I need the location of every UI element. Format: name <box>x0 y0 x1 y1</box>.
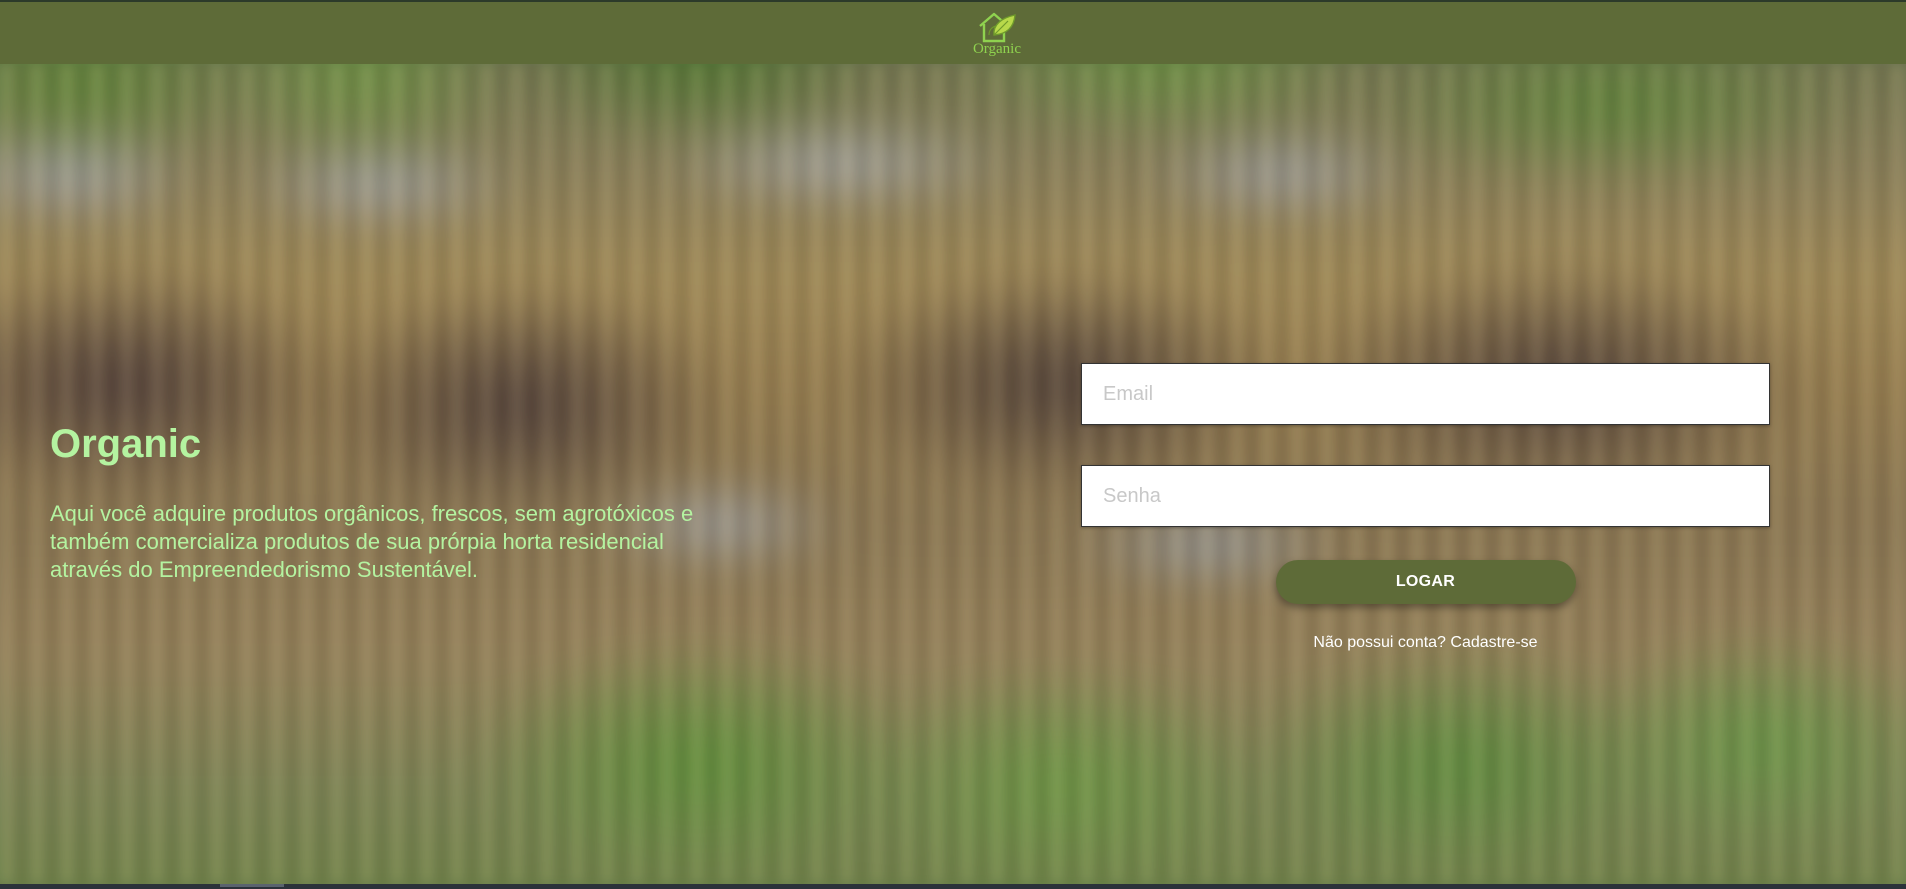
signup-prompt: Não possui conta? Cadastre-se <box>1081 633 1770 653</box>
logo-text: Organic <box>972 41 1022 57</box>
signup-link[interactable]: Cadastre-se <box>1450 634 1537 651</box>
signup-prompt-text: Não possui conta? <box>1313 634 1451 651</box>
logo[interactable]: Organic <box>962 3 1032 63</box>
password-field[interactable] <box>1081 465 1770 527</box>
site-header: Organic <box>0 2 1906 64</box>
login-button[interactable]: LOGAR <box>1275 560 1576 604</box>
email-field[interactable] <box>1081 363 1770 425</box>
bottom-bar <box>0 884 1906 889</box>
login-form: LOGAR Não possui conta? Cadastre-se <box>1081 363 1770 653</box>
hero-title: Organic <box>50 422 202 466</box>
bottom-bar-tab <box>220 884 284 887</box>
hero-description: Aqui você adquire produtos orgânicos, fr… <box>50 501 694 582</box>
hero-section: Organic Aqui você adquire produtos orgân… <box>50 420 730 584</box>
login-page: Organic Organic Aqui você adquire produt… <box>0 0 1906 889</box>
leaf-house-icon <box>975 9 1019 43</box>
